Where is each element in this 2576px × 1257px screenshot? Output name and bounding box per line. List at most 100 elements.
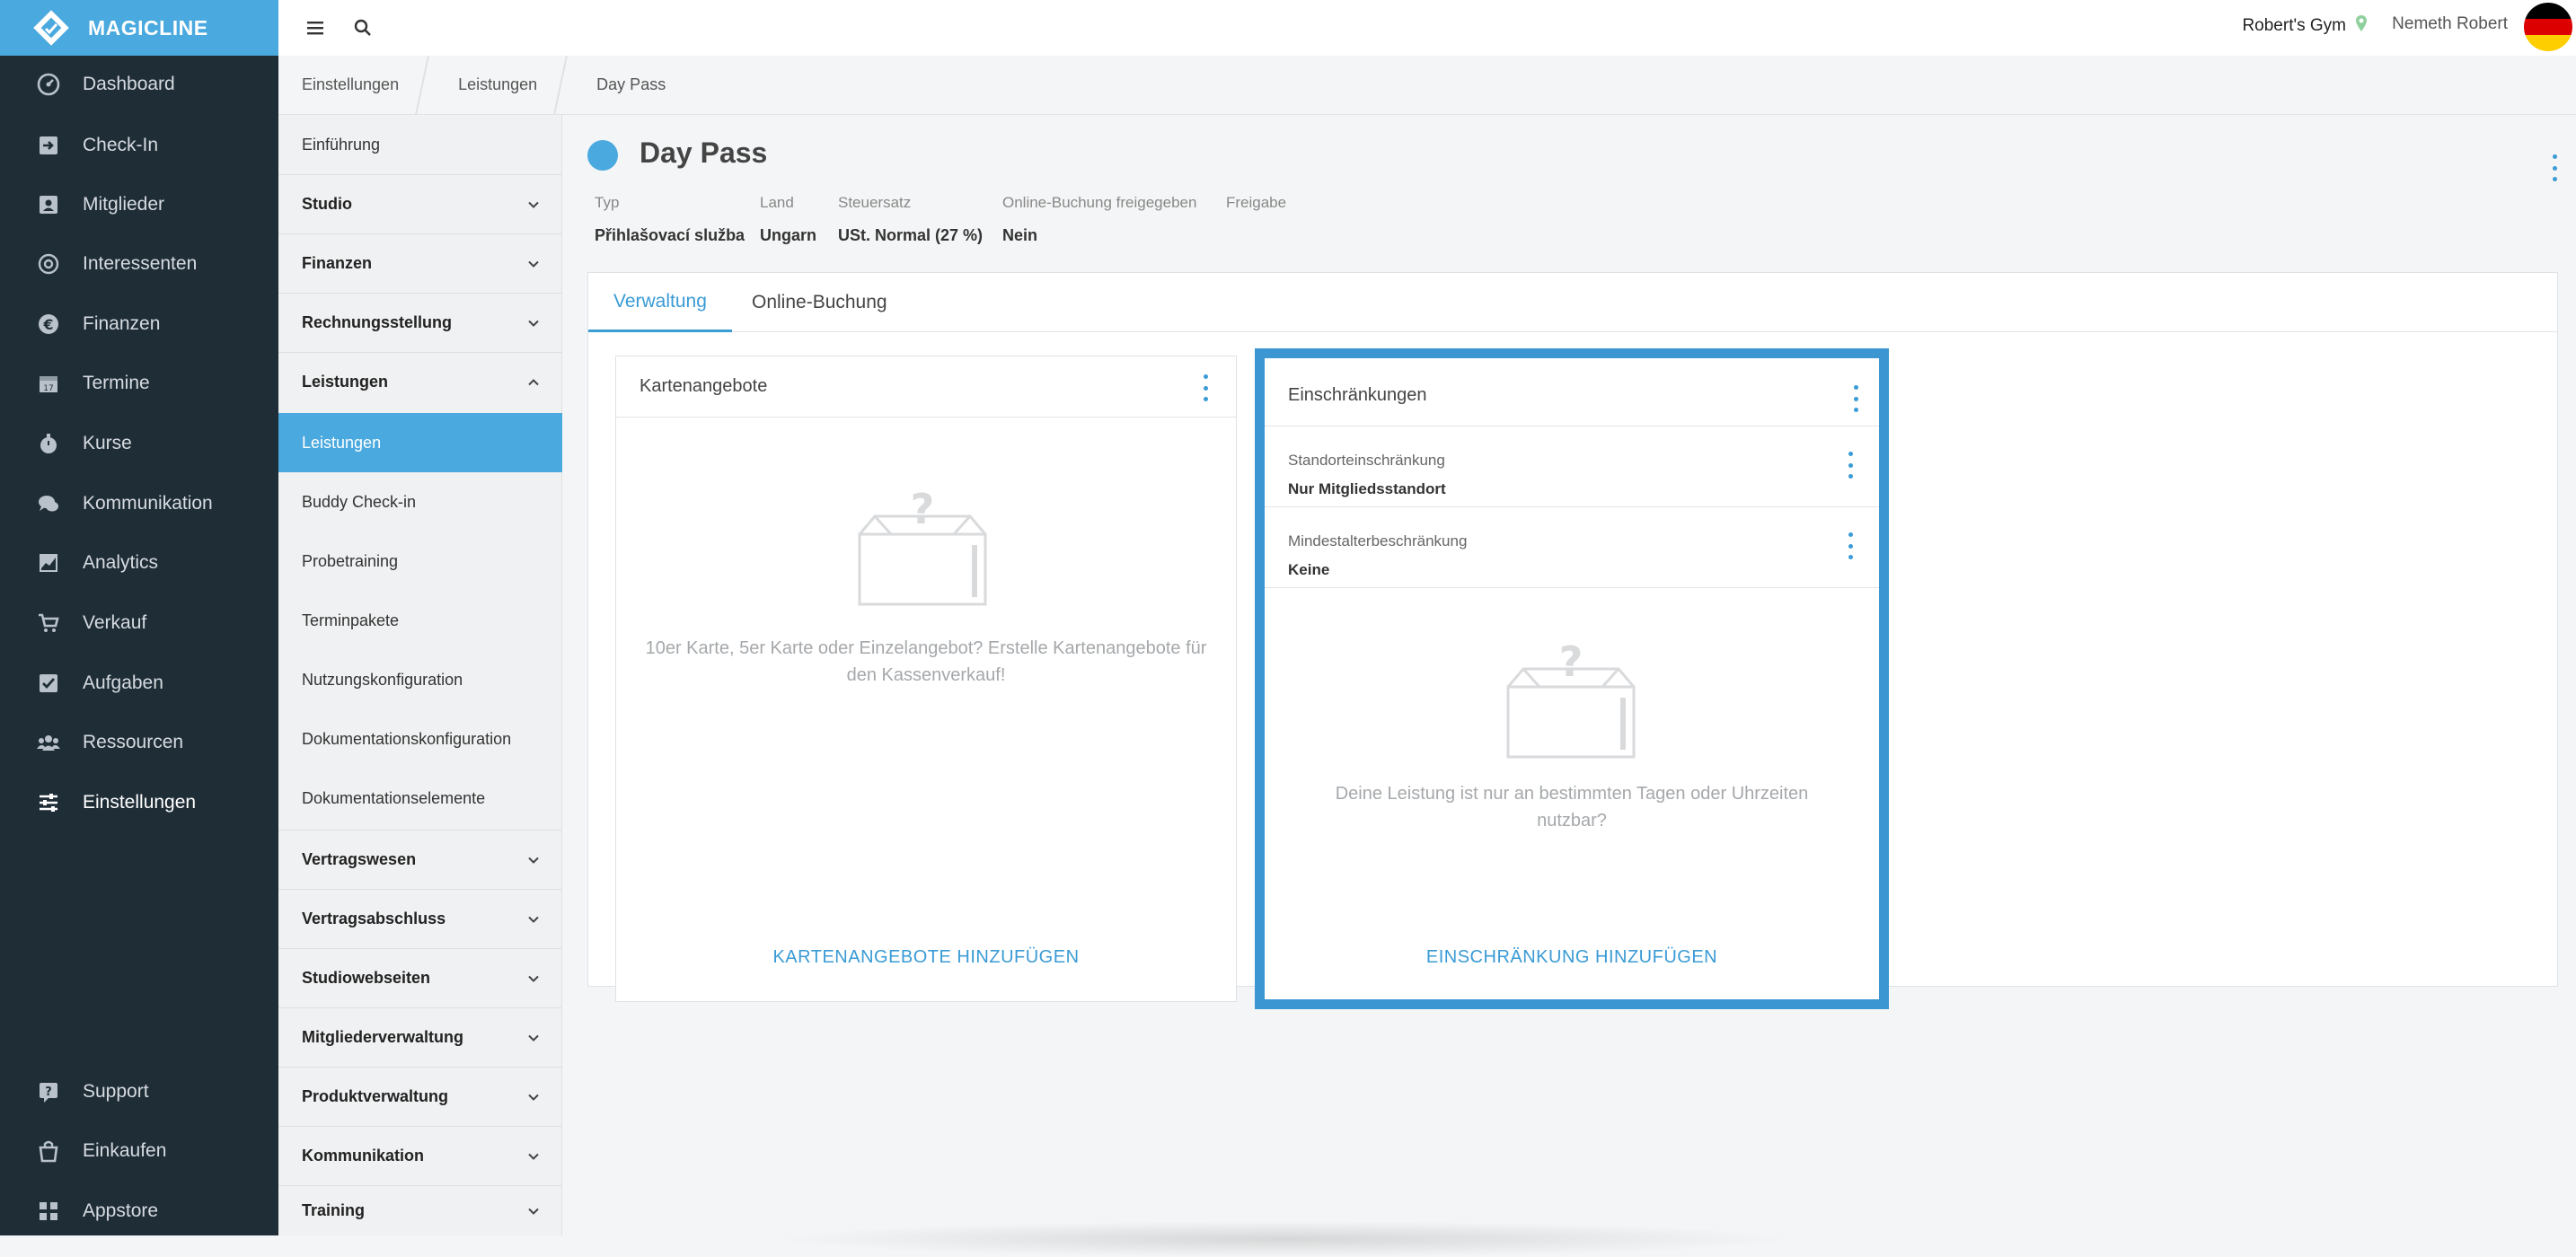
- meta-steuersatz: Steuersatz USt. Normal (27 %): [838, 194, 983, 245]
- card-title: Kartenangebote: [640, 376, 768, 396]
- nav-item-finanzen[interactable]: € Finanzen: [0, 303, 278, 346]
- restriction-label: Mindestalterbeschränkung: [1288, 532, 1468, 549]
- breadcrumb-current: Day Pass: [596, 75, 666, 93]
- shop-icon: [36, 1138, 61, 1164]
- subnav-section-produktverwaltung[interactable]: Produktverwaltung: [278, 1067, 562, 1126]
- meta-land: Land Ungarn: [760, 194, 816, 245]
- subnav-item-leistungen[interactable]: Leistungen: [278, 413, 562, 472]
- meta-value: USt. Normal (27 %): [838, 226, 984, 244]
- stopwatch-icon: [36, 431, 61, 456]
- card-options-button[interactable]: [1850, 385, 1861, 412]
- svg-text:?: ?: [1559, 644, 1584, 686]
- breadcrumb-item[interactable]: Einstellungen: [278, 56, 422, 115]
- nav-label: Verkauf: [83, 612, 147, 633]
- nav-label: Check-In: [83, 135, 159, 155]
- nav-item-termine[interactable]: 17 Termine: [0, 362, 278, 405]
- restriction-mindestalter[interactable]: Mindestalterbeschränkung Keine: [1265, 507, 1879, 588]
- chevron-down-icon: [528, 201, 539, 208]
- card-header: Einschränkungen: [1265, 358, 1879, 426]
- subnav-item-buddy-check-in[interactable]: Buddy Check-in: [278, 472, 562, 532]
- restriction-options-button[interactable]: [1845, 452, 1856, 479]
- subnav-item-nutzungskonfiguration[interactable]: Nutzungskonfiguration: [278, 650, 562, 709]
- svg-text:€: €: [42, 316, 53, 333]
- nav-item-check-in[interactable]: Check-In: [0, 124, 278, 167]
- meta-value: Přihlašovací služba: [595, 226, 745, 244]
- nav-label: Analytics: [83, 552, 159, 573]
- subnav-item-terminpakete[interactable]: Terminpakete: [278, 591, 562, 650]
- chevron-down-icon: [528, 1153, 539, 1160]
- empty-box-icon: ?: [1504, 637, 1638, 765]
- breadcrumb-item[interactable]: Leistungen: [435, 56, 560, 115]
- nav-item-support[interactable]: ? Support: [0, 1070, 278, 1113]
- euro-icon: €: [36, 312, 61, 337]
- einschraenkungen-card: Einschränkungen Standorteinschränkung Nu…: [1255, 348, 1889, 1009]
- subnav-section-vertragswesen[interactable]: Vertragswesen: [278, 830, 562, 889]
- nav-label: Finanzen: [83, 313, 161, 334]
- brand-bar[interactable]: MAGICLINE: [0, 0, 278, 56]
- subnav-item-dokumentationselemente[interactable]: Dokumentationselemente: [278, 769, 562, 828]
- nav-item-einstellungen[interactable]: Einstellungen: [0, 781, 278, 824]
- restriction-standort[interactable]: Standorteinschränkung Nur Mitgliedsstand…: [1265, 426, 1879, 507]
- subnav-label: Dokumentationselemente: [302, 788, 486, 807]
- nav-item-analytics[interactable]: Analytics: [0, 541, 278, 585]
- nav-item-verkauf[interactable]: Verkauf: [0, 602, 278, 645]
- nav-item-kurse[interactable]: Kurse: [0, 422, 278, 465]
- menu-toggle-button[interactable]: [302, 13, 331, 42]
- chevron-down-icon: [528, 1208, 539, 1215]
- subnav-section-finanzen[interactable]: Finanzen: [278, 233, 562, 293]
- subnav-label: Einführung: [302, 135, 381, 154]
- subnav-label: Finanzen: [302, 254, 373, 272]
- tab-verwaltung[interactable]: Verwaltung: [588, 273, 732, 332]
- subnav-section-training[interactable]: Training: [278, 1185, 562, 1235]
- nav-item-mitglieder[interactable]: Mitglieder: [0, 183, 278, 226]
- nav-item-dashboard[interactable]: Dashboard: [0, 63, 278, 106]
- nav-label: Mitglieder: [83, 194, 165, 215]
- search-button[interactable]: [348, 13, 377, 42]
- gym-selector[interactable]: Robert's Gym: [2242, 14, 2368, 38]
- support-icon: ?: [36, 1079, 61, 1104]
- tab-online-buchung[interactable]: Online-Buchung: [752, 273, 887, 332]
- restriction-options-button[interactable]: [1845, 532, 1856, 559]
- calendar-icon: 17: [36, 371, 61, 396]
- nav-label: Kommunikation: [83, 493, 213, 514]
- chevron-down-icon: [528, 975, 539, 982]
- breadcrumb-separator: [422, 56, 435, 115]
- tab-bar: Verwaltung Online-Buchung: [588, 273, 2557, 332]
- subnav-item-dokumentationskonfiguration[interactable]: Dokumentationskonfiguration: [278, 709, 562, 769]
- sliders-icon: [36, 790, 61, 815]
- breadcrumb-separator: [560, 56, 573, 115]
- add-kartenangebote-button[interactable]: KARTENANGEBOTE HINZUFÜGEN: [616, 947, 1236, 968]
- card-options-button[interactable]: [1200, 374, 1211, 401]
- subnav-section-kommunikation[interactable]: Kommunikation: [278, 1126, 562, 1185]
- subnav-section-leistungen[interactable]: Leistungen: [278, 352, 562, 411]
- location-pin-icon: [2355, 14, 2368, 38]
- restriction-label: Standorteinschränkung: [1288, 452, 1445, 469]
- chevron-down-icon: [528, 916, 539, 923]
- subnav-label: Leistungen: [302, 373, 389, 391]
- meta-typ: Typ Přihlašovací služba: [595, 194, 745, 245]
- subnav-section-vertragsabschluss[interactable]: Vertragsabschluss: [278, 889, 562, 948]
- bottom-shadow: [772, 1221, 1796, 1257]
- subnav-item-einfuehrung[interactable]: Einführung: [278, 115, 562, 174]
- subnav-label: Studio: [302, 195, 352, 213]
- subnav-section-studio[interactable]: Studio: [278, 174, 562, 233]
- user-name[interactable]: Nemeth Robert: [2392, 14, 2508, 34]
- chevron-up-icon: [528, 378, 539, 385]
- nav-item-interessenten[interactable]: Interessenten: [0, 242, 278, 286]
- nav-label: Aufgaben: [83, 672, 163, 693]
- add-einschraenkung-button[interactable]: EINSCHRÄNKUNG HINZUFÜGEN: [1265, 947, 1879, 968]
- nav-item-ressourcen[interactable]: Ressourcen: [0, 721, 278, 764]
- subnav-item-probetraining[interactable]: Probetraining: [278, 532, 562, 591]
- nav-item-appstore[interactable]: Appstore: [0, 1190, 278, 1233]
- members-icon: [36, 192, 61, 217]
- service-options-button[interactable]: [2549, 154, 2560, 181]
- subnav-label: Training: [302, 1201, 366, 1219]
- subnav-section-studiowebseiten[interactable]: Studiowebseiten: [278, 948, 562, 1007]
- nav-item-aufgaben[interactable]: Aufgaben: [0, 662, 278, 705]
- nav-item-kommunikation[interactable]: Kommunikation: [0, 482, 278, 525]
- subnav-section-rechnungsstellung[interactable]: Rechnungsstellung: [278, 293, 562, 352]
- language-flag-icon[interactable]: [2524, 3, 2572, 51]
- top-bar: Robert's Gym Nemeth Robert: [278, 0, 2576, 56]
- subnav-section-mitgliederverwaltung[interactable]: Mitgliederverwaltung: [278, 1007, 562, 1067]
- nav-item-einkaufen[interactable]: Einkaufen: [0, 1130, 278, 1173]
